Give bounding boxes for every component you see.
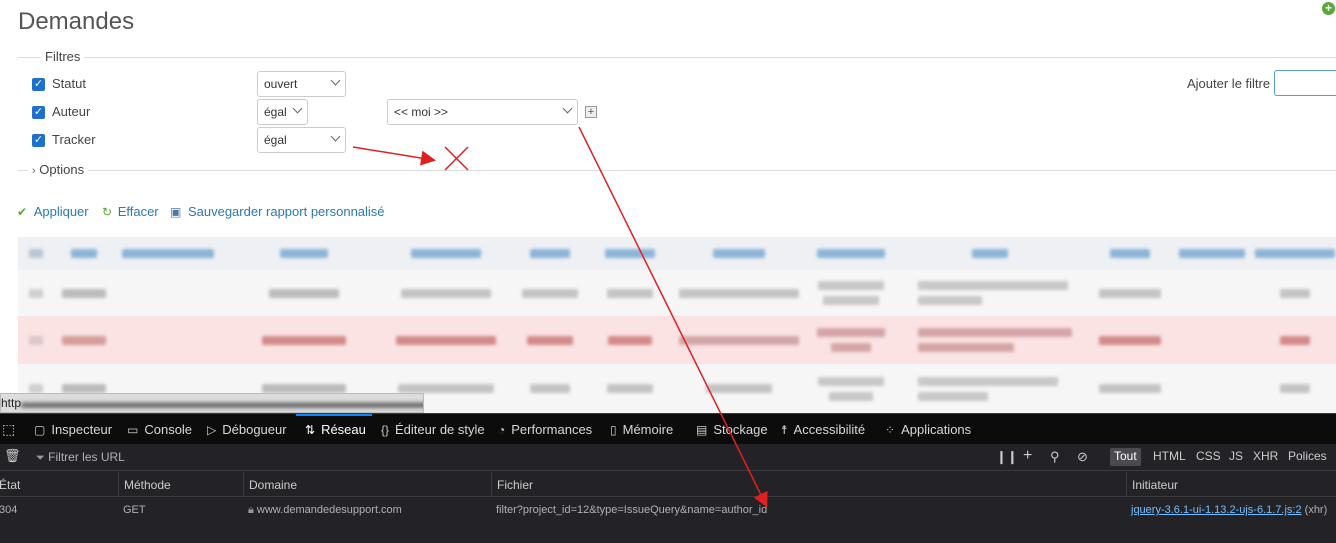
storage-icon: ▤ bbox=[696, 422, 708, 437]
column-initiator[interactable]: Initiateur bbox=[1126, 472, 1336, 497]
table-header-row bbox=[18, 237, 1336, 270]
table-row bbox=[18, 270, 1336, 316]
filter-author-checkbox[interactable]: ✓ bbox=[32, 106, 45, 119]
chevron-down-icon bbox=[330, 131, 341, 142]
tab-network[interactable]: ⇅ Réseau bbox=[305, 414, 366, 445]
filter-status-checkbox[interactable]: ✓ bbox=[32, 78, 45, 91]
filter-status-operator-select[interactable]: ouvert bbox=[257, 71, 346, 97]
add-issue-icon[interactable]: + bbox=[1322, 2, 1335, 15]
block-icon[interactable]: ⊘ bbox=[1077, 449, 1088, 465]
style-editor-icon: {} bbox=[381, 422, 390, 437]
annotation-cross-icon bbox=[444, 146, 469, 171]
tab-performance[interactable]: ◔ Performances bbox=[498, 414, 592, 445]
column-file[interactable]: Fichier bbox=[491, 472, 1126, 497]
tab-console[interactable]: ▭ Console bbox=[127, 414, 192, 445]
add-filter-label: Ajouter le filtre bbox=[1187, 76, 1271, 91]
search-icon[interactable]: ⚲ bbox=[1050, 449, 1060, 465]
table-row bbox=[18, 316, 1336, 364]
type-filter-fonts[interactable]: Polices bbox=[1284, 448, 1331, 466]
tab-memory[interactable]: ▯ Mémoire bbox=[610, 414, 673, 445]
devtools-tabbar: ⬚ ▢ Inspecteur ▭ Console ▷ Débogueur ⇅ Résea… bbox=[0, 413, 1336, 444]
clear-button[interactable]: ↻ Effacer bbox=[102, 204, 159, 219]
add-filter-select[interactable] bbox=[1274, 70, 1336, 96]
options-legend[interactable]: › Options bbox=[28, 162, 89, 177]
tab-storage[interactable]: ▤ Stockage bbox=[696, 414, 768, 445]
save-icon: ▣ bbox=[170, 205, 182, 219]
lock-icon: 🔒︎ bbox=[248, 504, 254, 516]
url-filter-input[interactable]: ⏷ Filtrer les URL bbox=[36, 450, 125, 465]
type-filter-xhr[interactable]: XHR bbox=[1249, 448, 1282, 466]
check-icon: ✔ bbox=[17, 205, 28, 219]
filters-divider bbox=[18, 57, 1336, 58]
request-domain: 🔒︎ www.demandedesupport.com bbox=[248, 504, 402, 516]
toggle-multiselect-icon[interactable]: + bbox=[585, 106, 597, 118]
performance-icon: ◔ bbox=[498, 422, 506, 437]
network-icon: ⇅ bbox=[305, 422, 316, 437]
tab-debugger[interactable]: ▷ Débogueur bbox=[207, 414, 287, 445]
chevron-down-icon bbox=[292, 103, 303, 114]
request-file: filter?project_id=12&type=IssueQuery&nam… bbox=[496, 504, 768, 516]
tab-accessibility[interactable]: ☨ Accessibilité bbox=[781, 414, 865, 445]
request-initiator[interactable]: jquery-3.6.1-ui-1.13.2-ujs-6.1.7.js:2 (x… bbox=[1126, 498, 1336, 522]
type-filter-all[interactable]: Tout bbox=[1110, 448, 1141, 466]
add-icon[interactable]: + bbox=[1023, 447, 1032, 465]
tab-inspector[interactable]: ▢ Inspecteur bbox=[34, 414, 112, 445]
type-filter-js[interactable]: JS bbox=[1225, 448, 1247, 466]
console-icon: ▭ bbox=[127, 422, 139, 437]
column-method[interactable]: Méthode bbox=[118, 472, 243, 497]
request-status: 304 bbox=[0, 504, 18, 516]
filter-author-label: Auteur bbox=[52, 104, 91, 119]
network-toolbar: 🗑 ⏷ Filtrer les URL ❙❙ + ⚲ ⊘ Tout HTML C… bbox=[0, 444, 1336, 471]
chevron-down-icon bbox=[330, 75, 341, 86]
tab-style-editor[interactable]: {} Éditeur de style bbox=[381, 414, 485, 445]
options-divider bbox=[18, 170, 1336, 171]
chevron-right-icon: › bbox=[32, 165, 36, 177]
chevron-down-icon bbox=[562, 103, 573, 114]
apply-button[interactable]: ✔ Appliquer bbox=[17, 204, 89, 219]
type-filter-html[interactable]: HTML bbox=[1149, 448, 1190, 466]
save-query-button[interactable]: ▣ Sauvegarder rapport personnalisé bbox=[170, 204, 385, 219]
filter-tracker-checkbox[interactable]: ✓ bbox=[32, 134, 45, 147]
trash-icon[interactable]: 🗑 bbox=[4, 448, 21, 464]
annotation-arrow-short bbox=[352, 146, 436, 166]
page-title: Demandes bbox=[18, 8, 135, 35]
status-url-bar: http▬▬▬▬▬▬▬▬▬▬▬▬▬▬▬▬▬▬▬▬▬▬▬▬▬▬▬▬▬▬▬▬▬▬▬▬… bbox=[0, 393, 424, 413]
debugger-icon: ▷ bbox=[207, 422, 217, 437]
redacted-url: ▬▬▬▬▬▬▬▬▬▬▬▬▬▬▬▬▬▬▬▬▬▬▬▬▬▬▬▬▬▬▬▬▬▬▬▬▬▬▬▬… bbox=[21, 396, 423, 410]
filter-status-label: Statut bbox=[52, 76, 86, 91]
applications-icon: ⁘ bbox=[885, 422, 896, 437]
requests-header: État Méthode Domaine Fichier Initiateur bbox=[0, 472, 1336, 497]
type-filter-css[interactable]: CSS bbox=[1192, 448, 1225, 466]
column-domain[interactable]: Domaine bbox=[243, 472, 491, 497]
memory-icon: ▯ bbox=[610, 422, 617, 437]
devtools-panel: ⬚ ▢ Inspecteur ▭ Console ▷ Débogueur ⇅ Résea… bbox=[0, 413, 1336, 543]
filters-legend[interactable]: Filtres bbox=[41, 49, 85, 64]
tab-applications[interactable]: ⁘ Applications bbox=[885, 414, 971, 445]
filter-tracker-label: Tracker bbox=[52, 132, 96, 147]
accessibility-icon: ☨ bbox=[781, 422, 788, 437]
filter-author-value-select[interactable]: << moi >> bbox=[387, 99, 578, 125]
filter-tracker-operator-select[interactable]: égal bbox=[257, 127, 346, 153]
pause-icon[interactable]: ❙❙ bbox=[996, 449, 1018, 465]
column-status[interactable]: État bbox=[0, 472, 118, 497]
reload-icon: ↻ bbox=[102, 205, 113, 219]
issues-table bbox=[18, 237, 1336, 413]
request-row[interactable]: 304 GET 🔒︎ www.demandedesupport.com filt… bbox=[0, 498, 1336, 522]
inspector-icon: ▢ bbox=[34, 422, 46, 437]
element-picker-icon[interactable]: ⬚ bbox=[2, 414, 21, 445]
filter-author-operator-select[interactable]: égal bbox=[257, 99, 308, 125]
filter-icon: ⏷ bbox=[36, 452, 45, 464]
request-method: GET bbox=[123, 504, 146, 516]
